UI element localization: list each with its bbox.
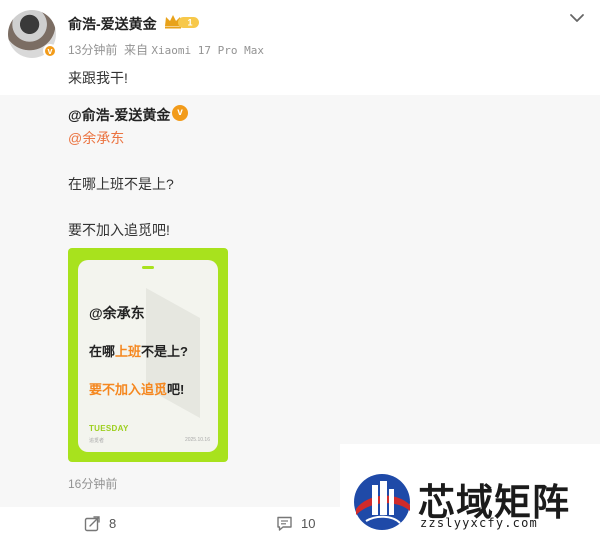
card-line-1: 在哪上班不是上? (89, 344, 188, 359)
card-subtitle: 追觅者 (89, 438, 105, 444)
card-handle (142, 266, 154, 269)
post-text: 来跟我干! (68, 70, 128, 86)
repost-button[interactable]: 8 (84, 515, 116, 532)
card-day: TUESDAY (89, 424, 129, 433)
repost-text-line-2: 要不加入追觅吧! (68, 222, 170, 238)
comment-count: 10 (301, 516, 316, 531)
post-time: 13分钟前 (68, 43, 118, 57)
card-mention: @余承东 (89, 305, 145, 321)
repost-time: 16分钟前 (68, 477, 118, 491)
repost-text-line-1: 在哪上班不是上? (68, 176, 174, 192)
post-meta: 13分钟前 来自 Xiaomi 17 Pro Max (68, 41, 264, 58)
repost-image-card[interactable]: @余承东 在哪上班不是上? 要不加入追觅吧! TUESDAY 追觅者 2025.… (68, 248, 228, 462)
comment-button[interactable]: 10 (276, 515, 315, 532)
post-username[interactable]: 俞浩-爱送黄金 (68, 14, 157, 34)
verified-badge-icon: v (172, 105, 188, 121)
post-device[interactable]: Xiaomi 17 Pro Max (151, 44, 264, 57)
chevron-down-icon[interactable] (568, 11, 586, 25)
verified-badge-icon: v (43, 44, 57, 58)
watermark-url: zzslyyxcfy.com (420, 516, 538, 530)
share-icon (84, 516, 100, 532)
site-logo-icon (354, 474, 410, 530)
repost-username[interactable]: @俞浩-爱送黄金 (68, 105, 170, 125)
card-date: 2025.10.16 (184, 437, 210, 443)
card-inner-panel: @余承东 在哪上班不是上? 要不加入追觅吧! TUESDAY 追觅者 2025.… (78, 260, 218, 452)
post-source-prefix: 来自 (124, 43, 149, 57)
vip-crown-badge-icon[interactable]: 1 (163, 13, 201, 31)
post-header: v 俞浩-爱送黄金 1 13分钟前 来自 Xiaomi 17 Pro Max 来… (0, 0, 600, 95)
repost-mention-link[interactable]: @余承东 (68, 128, 124, 148)
comment-icon (277, 516, 292, 531)
site-watermark: 芯域矩阵 zzslyyxcfy.com (340, 444, 600, 543)
repost-count: 8 (109, 516, 117, 531)
card-line-2: 要不加入追觅吧! (89, 382, 185, 397)
vip-level: 1 (187, 18, 192, 28)
